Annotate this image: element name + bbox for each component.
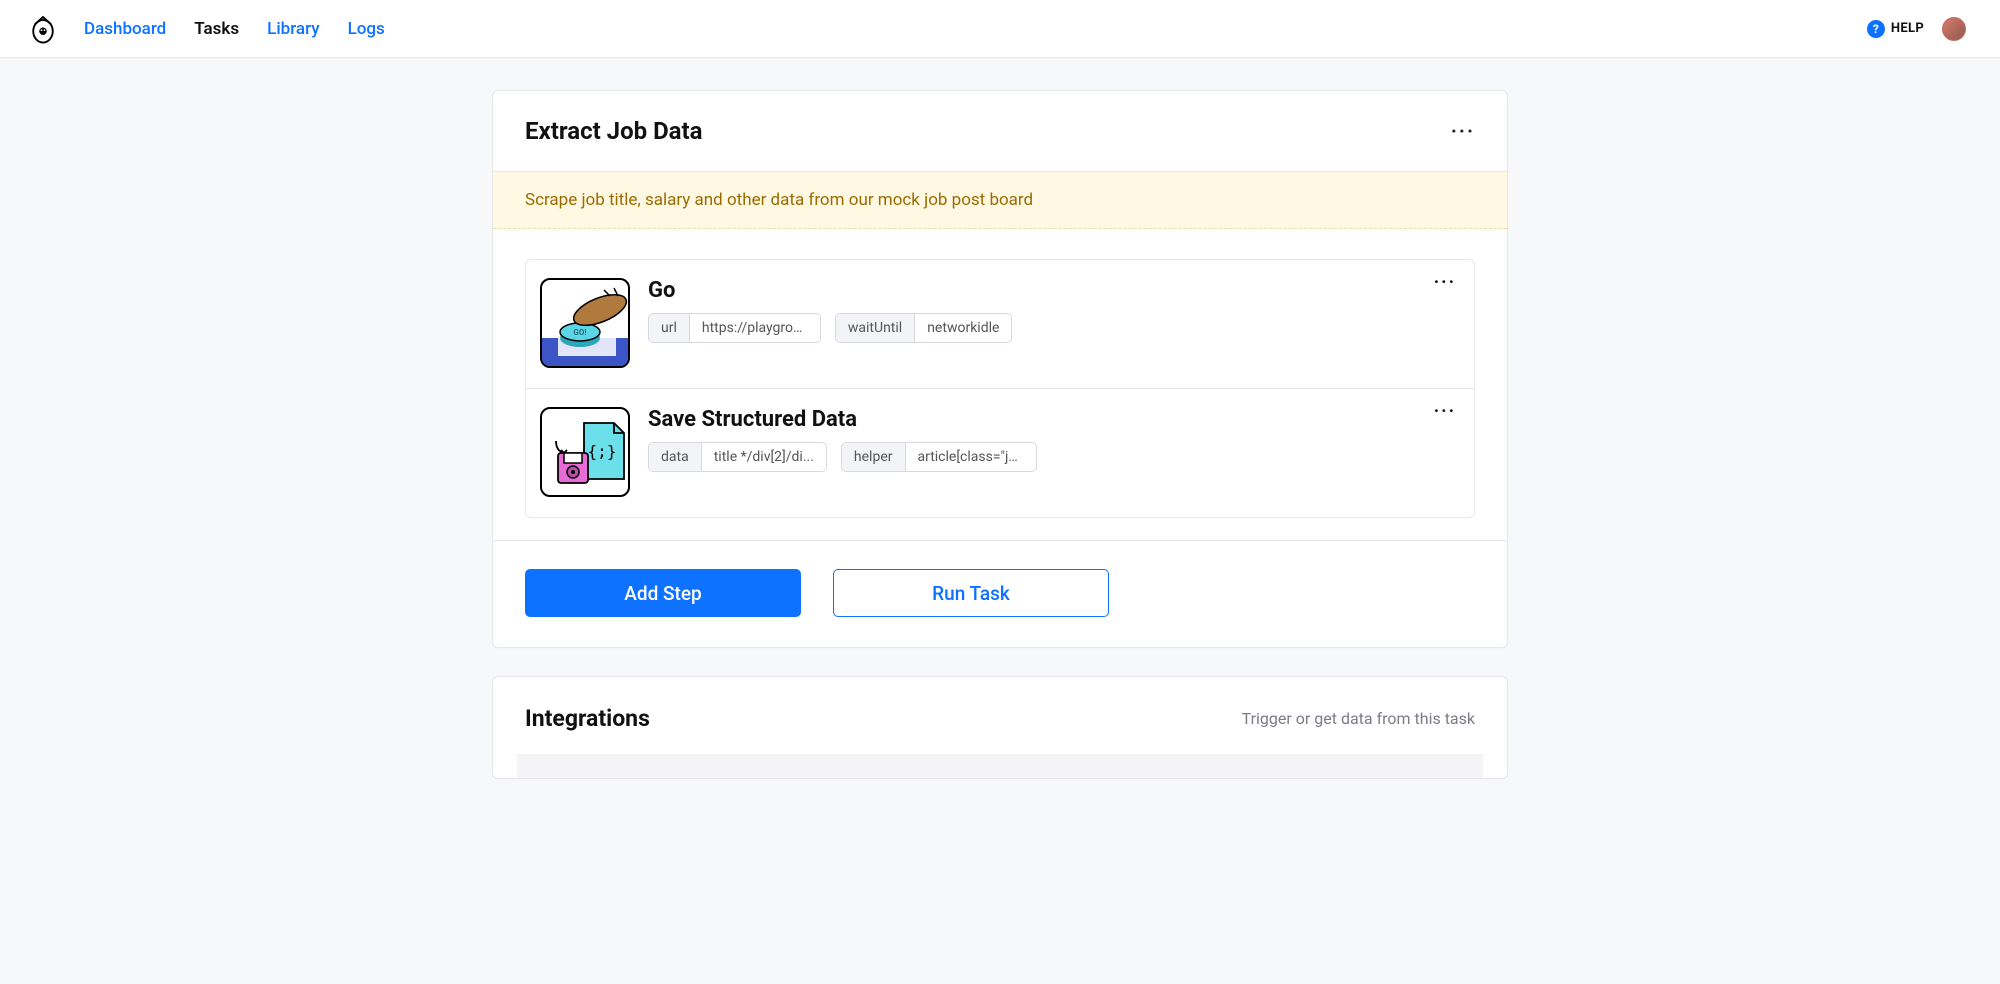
nav-right: ? HELP (1867, 17, 1966, 41)
steps-box: GO! Go url https://playgroun... (525, 259, 1475, 518)
nav-logs[interactable]: Logs (348, 19, 385, 39)
param-url[interactable]: url https://playgroun... (648, 313, 821, 343)
steps-container: GO! Go url https://playgroun... (493, 229, 1507, 540)
param-row: data title */div[2]/di... helper article… (648, 442, 1456, 472)
svg-text:{;}: {;} (588, 442, 617, 461)
nav-links: Dashboard Tasks Library Logs (84, 19, 385, 39)
add-step-button[interactable]: Add Step (525, 569, 801, 617)
nav-dashboard[interactable]: Dashboard (84, 19, 166, 39)
help-button[interactable]: ? HELP (1867, 20, 1924, 38)
task-header: Extract Job Data ··· (493, 91, 1507, 171)
param-waituntil[interactable]: waitUntil networkidle (835, 313, 1013, 343)
param-data[interactable]: data title */div[2]/di... (648, 442, 827, 472)
integrations-body (517, 754, 1483, 778)
integrations-card: Integrations Trigger or get data from th… (492, 676, 1508, 779)
step-more-icon[interactable]: ··· (1434, 272, 1456, 293)
top-nav: Dashboard Tasks Library Logs ? HELP (0, 0, 2000, 58)
param-helper[interactable]: helper article[class="jo... (841, 442, 1037, 472)
task-more-icon[interactable]: ··· (1451, 121, 1475, 141)
param-value: https://playgroun... (690, 314, 820, 342)
param-key: waitUntil (836, 314, 915, 342)
svg-text:GO!: GO! (573, 328, 586, 337)
step-title: Save Structured Data (648, 407, 1456, 432)
nav-library[interactable]: Library (267, 19, 319, 39)
param-key: helper (842, 443, 906, 471)
param-row: url https://playgroun... waitUntil netwo… (648, 313, 1456, 343)
step-save-structured[interactable]: {;} Save Structured Data (526, 388, 1474, 517)
integrations-header: Integrations Trigger or get data from th… (493, 677, 1507, 754)
step-go[interactable]: GO! Go url https://playgroun... (526, 260, 1474, 388)
param-key: data (649, 443, 702, 471)
param-value: title */div[2]/di... (702, 443, 826, 471)
param-key: url (649, 314, 690, 342)
task-card: Extract Job Data ··· Scrape job title, s… (492, 90, 1508, 648)
task-title: Extract Job Data (525, 117, 703, 145)
go-icon: GO! (540, 278, 630, 368)
param-value: article[class="jo... (906, 443, 1036, 471)
nav-tasks[interactable]: Tasks (194, 19, 239, 39)
step-title: Go (648, 278, 1456, 303)
logo-icon[interactable] (28, 14, 58, 44)
param-value: networkidle (915, 314, 1011, 342)
help-label: HELP (1891, 21, 1924, 36)
integrations-title: Integrations (525, 705, 650, 732)
step-body: Go url https://playgroun... waitUntil ne… (630, 278, 1456, 343)
help-icon: ? (1867, 20, 1885, 38)
integrations-subtitle: Trigger or get data from this task (1242, 709, 1475, 728)
task-actions: Add Step Run Task (493, 540, 1507, 647)
save-data-icon: {;} (540, 407, 630, 497)
task-description: Scrape job title, salary and other data … (493, 171, 1507, 229)
step-body: Save Structured Data data title */div[2]… (630, 407, 1456, 472)
avatar[interactable] (1942, 17, 1966, 41)
step-more-icon[interactable]: ··· (1434, 401, 1456, 422)
run-task-button[interactable]: Run Task (833, 569, 1109, 617)
nav-left: Dashboard Tasks Library Logs (28, 14, 385, 44)
